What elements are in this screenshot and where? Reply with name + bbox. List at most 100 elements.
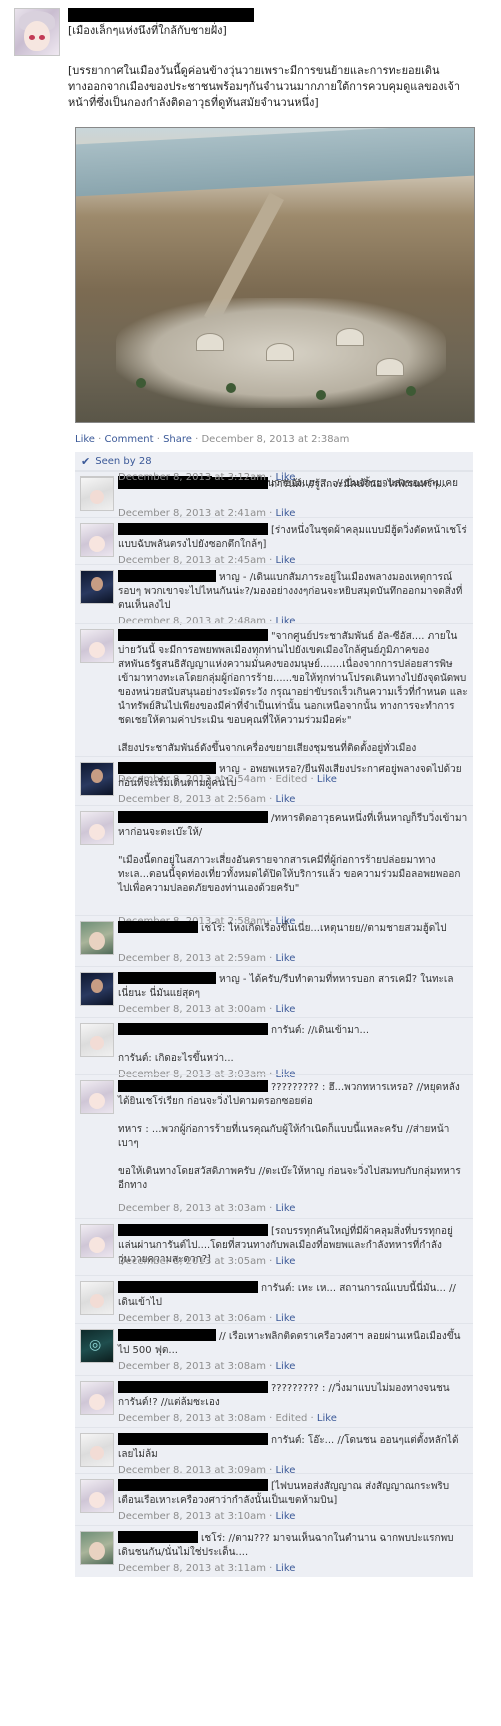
avatar-eye-right — [39, 35, 45, 40]
commenter-name-redacted[interactable] — [118, 1381, 268, 1393]
white-avatar[interactable] — [80, 1433, 114, 1467]
commenter-name-redacted[interactable] — [118, 921, 198, 933]
commenter-name-redacted[interactable] — [118, 523, 268, 535]
avatar-face-shape — [24, 21, 50, 51]
comment-timestamp[interactable]: December 8, 2013 at 3:00am — [118, 1004, 266, 1015]
girl-avatar[interactable] — [80, 1224, 114, 1258]
commenter-name-redacted[interactable] — [118, 1433, 268, 1445]
photo-dome — [266, 343, 294, 361]
comment-like-link[interactable]: Like — [275, 1511, 295, 1522]
girl-avatar[interactable] — [80, 1080, 114, 1114]
commenter-name-redacted[interactable] — [118, 1329, 216, 1341]
comment: เชโร่: ไหงเกิดเรื่องขึ้นเนี่ย...เหตุนายย… — [75, 915, 473, 967]
photo-tree — [136, 378, 146, 388]
post-timestamp[interactable]: December 8, 2013 at 2:38am — [201, 434, 349, 445]
comment-like-link[interactable]: Like — [275, 794, 295, 805]
comment-timestamp[interactable]: December 8, 2013 at 3:08am — [118, 1361, 266, 1372]
commenter-name-redacted[interactable] — [118, 1023, 268, 1035]
comment-link[interactable]: Comment — [105, 434, 154, 445]
comment-like-link[interactable]: Like — [317, 1413, 337, 1424]
comment: [รถบรรทุกคันใหญ่ที่มีผ้าคลุมสิ่งที่บรรทุ… — [75, 1218, 473, 1276]
comment-text: /ทหารติดอาวุธคนหนึ่งที่เห็นหาญก็รีบวิ่งเ… — [118, 811, 468, 896]
comment-timestamp[interactable]: December 8, 2013 at 3:08am — [118, 1413, 266, 1424]
commenter-name-redacted[interactable] — [118, 1281, 258, 1293]
comment-text: ????????? : //วิ่งมาแบบไม่มองทางจนชนการั… — [118, 1381, 468, 1410]
photo-tree — [406, 386, 416, 396]
comment-like-link[interactable]: Like — [275, 953, 295, 964]
separator: · — [195, 434, 199, 445]
comment-timestamp[interactable]: December 8, 2013 at 3:11am — [118, 1563, 266, 1574]
dark-avatar[interactable] — [80, 1329, 114, 1363]
comment: การันต์: โอ๊ะ... //โดนชน ออนๆแต่ตั้งหลัก… — [75, 1427, 473, 1476]
comment-body: ????????? : ฮึ...พวกทหารเหรอ? //หยุดหลัง… — [118, 1082, 461, 1191]
comment-like-link[interactable]: Like — [275, 1361, 295, 1372]
share-link[interactable]: Share — [163, 434, 192, 445]
post-header: [เมืองเล็กๆแห่งนึงที่ใกล้กับชายฝั่ง] — [68, 8, 488, 38]
anime-avatar[interactable] — [80, 921, 114, 955]
comment-meta: December 8, 2013 at 3:12am · Like — [118, 472, 295, 483]
comment-like-link[interactable]: Like — [275, 1256, 295, 1267]
comment-meta: December 8, 2013 at 2:59am · Like — [118, 953, 295, 964]
commenter-name-redacted[interactable] — [118, 972, 216, 984]
photo-dome — [336, 328, 364, 346]
comment-body: การันต์: //รู้สึกจะมีคนจิ้นอะไรพิเรนทร์ๆ… — [271, 479, 448, 490]
girl-avatar[interactable] — [80, 811, 114, 845]
separator: · — [98, 434, 102, 445]
girl-avatar[interactable] — [80, 1381, 114, 1415]
comment: หาญ - ได้ครับ/รีบทำตามที่ทหารบอก สารเคมี… — [75, 966, 473, 1018]
comment-like-link[interactable]: Like — [275, 1203, 295, 1214]
commenter-name-redacted[interactable] — [118, 1531, 198, 1543]
post-author-avatar[interactable] — [14, 8, 60, 56]
photo-dome — [196, 333, 224, 351]
photo-sea — [76, 128, 474, 197]
suit-avatar[interactable] — [80, 762, 114, 796]
anime-avatar[interactable] — [80, 1531, 114, 1565]
comment-text: หาญ - /เดินแบกสัมภาระอยู่ในเมืองพลางมองเ… — [118, 570, 468, 613]
commenter-name-redacted[interactable] — [118, 762, 216, 774]
comment-meta: December 8, 2013 at 3:11am · Like — [118, 1563, 295, 1574]
photo-dome — [376, 358, 404, 376]
commenter-name-redacted[interactable] — [118, 811, 268, 823]
edited-label[interactable]: Edited — [275, 1413, 307, 1424]
comment: [ร่างหนึ่งในชุดผ้าคลุมแบบมีฮู้ดวิ่งตัดหน… — [75, 517, 473, 566]
comments-feed: ✔ Seen by 28 เชโร่: วันนี้วุ่นวายจังแฮะ.… — [75, 452, 473, 1577]
comment-timestamp[interactable]: December 8, 2013 at 2:59am — [118, 953, 266, 964]
commenter-name-redacted[interactable] — [118, 1479, 268, 1491]
comment-like-link[interactable]: Like — [275, 1004, 295, 1015]
suit-avatar[interactable] — [80, 972, 114, 1006]
comment-timestamp[interactable]: December 8, 2013 at 3:10am — [118, 1511, 266, 1522]
girl-avatar[interactable] — [80, 629, 114, 663]
comment-text: เชโร่: //ตาม??? มาจนเห็นฉากในตำนาน ฉากพบ… — [118, 1531, 468, 1560]
checkmark-icon: ✔ — [81, 454, 91, 468]
comment: หาญ - อพยพเหรอ?/ยืนฟังเสียงประกาศอยู่พลา… — [75, 756, 473, 806]
commenter-name-redacted[interactable] — [118, 570, 216, 582]
like-link[interactable]: Like — [75, 434, 95, 445]
comment-text: การันต์: //เดินเข้ามา... การันต์: เกิดอะ… — [118, 1023, 468, 1066]
comment-timestamp[interactable]: December 8, 2013 at 3:05am — [118, 1256, 266, 1267]
comment-like-link[interactable]: Like — [275, 1563, 295, 1574]
comment-like-link[interactable]: Like — [275, 472, 295, 483]
commenter-name-redacted[interactable] — [118, 1224, 268, 1236]
comment: เชโร่: //ตาม??? มาจนเห็นฉากในตำนาน ฉากพบ… — [75, 1525, 473, 1578]
commenter-name-redacted[interactable] — [118, 629, 268, 641]
white-avatar[interactable] — [80, 1023, 114, 1057]
white-avatar[interactable] — [80, 1281, 114, 1315]
white-avatar[interactable] — [80, 477, 114, 511]
post-photo-coastal-town[interactable] — [75, 127, 475, 423]
post-author-name-redacted[interactable] — [68, 8, 254, 22]
comment-timestamp[interactable]: December 8, 2013 at 3:03am — [118, 1203, 266, 1214]
comment-text: หาญ - ได้ครับ/รีบทำตามที่ทหารบอก สารเคมี… — [118, 972, 468, 1001]
comment: การันต์: //เดินเข้ามา... การันต์: เกิดอะ… — [75, 1017, 473, 1080]
comment-text: ????????? : ฮึ...พวกทหารเหรอ? //หยุดหลัง… — [118, 1080, 468, 1193]
seen-by-bar[interactable]: ✔ Seen by 28 — [75, 452, 473, 471]
photo-tree — [316, 390, 326, 400]
suit-avatar[interactable] — [80, 570, 114, 604]
comment-timestamp[interactable]: December 8, 2013 at 3:12am — [118, 472, 266, 483]
post-actions: Like · Comment · Share · December 8, 201… — [75, 434, 349, 445]
girl-avatar[interactable] — [80, 523, 114, 557]
commenter-name-redacted[interactable] — [118, 1080, 268, 1092]
post-title: [เมืองเล็กๆแห่งนึงที่ใกล้กับชายฝั่ง] — [68, 24, 227, 37]
comment-timestamp[interactable]: December 8, 2013 at 2:56am — [118, 794, 266, 805]
seen-by-count: Seen by 28 — [95, 455, 152, 467]
girl-avatar[interactable] — [80, 1479, 114, 1513]
